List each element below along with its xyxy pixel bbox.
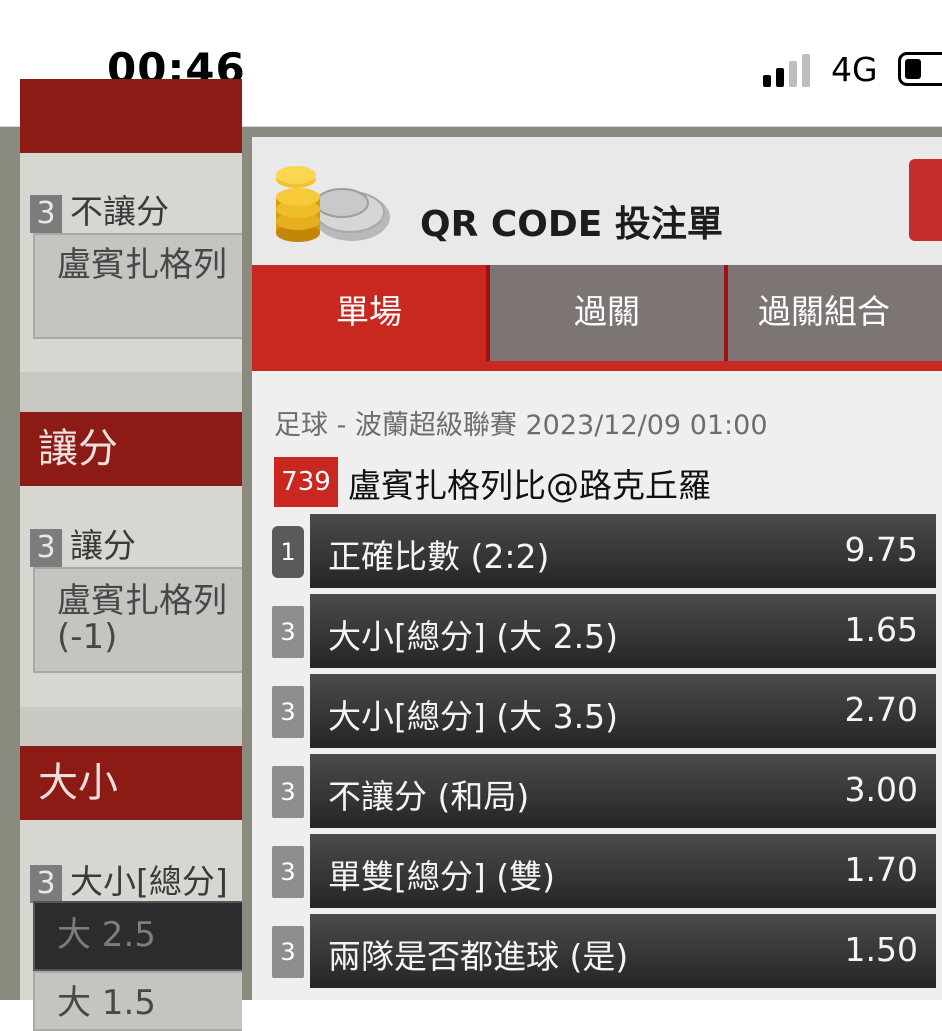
bet-index: 3 xyxy=(272,606,304,658)
tab-parlay-combo[interactable]: 過關組合 xyxy=(728,265,942,363)
bet-line[interactable]: 1 正確比數 (2:2) 9.75 xyxy=(272,514,942,590)
bet-odds: 9.75 xyxy=(844,530,918,569)
bet-line[interactable]: 3 大小[總分] (大 2.5) 1.65 xyxy=(272,594,942,670)
battery-icon xyxy=(898,52,942,86)
bet-label: 不讓分 (和局) xyxy=(328,777,530,816)
bet-bar[interactable]: 兩隊是否都進球 (是) 1.50 xyxy=(310,914,936,988)
bet-option[interactable]: 盧賓扎格列 xyxy=(33,233,242,339)
bet-bar[interactable]: 不讓分 (和局) 3.00 xyxy=(310,754,936,828)
bet-index: 1 xyxy=(272,526,304,578)
bet-option[interactable]: 盧賓扎格列 (-1) xyxy=(33,567,242,673)
match-name: 盧賓扎格列比@路克丘羅 xyxy=(348,466,711,505)
option-label: 盧賓扎格列 xyxy=(57,245,227,285)
bet-bar[interactable]: 正確比數 (2:2) 9.75 xyxy=(310,514,936,588)
market-label: 3 大小[總分] xyxy=(30,855,228,903)
bet-label: 大小[總分] (大 3.5) xyxy=(328,697,618,736)
bet-line[interactable]: 3 不讓分 (和局) 3.00 xyxy=(272,754,942,830)
tab-underline xyxy=(252,361,942,371)
section-header xyxy=(20,79,242,153)
tab-single[interactable]: 單場 xyxy=(252,265,486,363)
bet-label: 正確比數 (2:2) xyxy=(328,537,550,576)
market-label: 3 不讓分 xyxy=(30,185,169,233)
market-num: 3 xyxy=(30,864,62,903)
tab-parlay[interactable]: 過關 xyxy=(490,265,724,363)
bet-bar[interactable]: 單雙[總分] (雙) 1.70 xyxy=(310,834,936,908)
match-number: 739 xyxy=(274,457,338,507)
bet-index: 3 xyxy=(272,926,304,978)
market-name: 讓分 xyxy=(70,526,136,565)
modal-header: QR CODE 投注單 xyxy=(252,137,942,265)
market-num: 3 xyxy=(30,528,62,567)
market-name: 不讓分 xyxy=(70,192,169,231)
option-label: 大 2.5 xyxy=(57,915,156,955)
close-button[interactable] xyxy=(909,159,942,241)
qr-betslip-modal: QR CODE 投注單 單場 過關 過關組合 足球 - 波蘭超級聯賽 2023/… xyxy=(252,137,942,1000)
bet-index: 3 xyxy=(272,846,304,898)
bet-line[interactable]: 3 大小[總分] (大 3.5) 2.70 xyxy=(272,674,942,750)
bet-odds: 1.65 xyxy=(844,610,918,649)
option-handicap: (-1) xyxy=(57,617,118,657)
bet-option[interactable]: 大 1.5 xyxy=(33,971,242,1031)
section-header: 大小 xyxy=(20,746,242,820)
bet-line[interactable]: 3 單雙[總分] (雙) 1.70 xyxy=(272,834,942,910)
bet-odds: 1.70 xyxy=(844,850,918,889)
bet-option-selected[interactable]: 大 2.5 xyxy=(33,901,242,971)
signal-icon xyxy=(763,53,815,87)
bet-label: 單雙[總分] (雙) xyxy=(328,857,555,896)
option-label: 大 1.5 xyxy=(57,983,156,1023)
bet-odds: 1.50 xyxy=(844,930,918,969)
match-meta: 足球 - 波蘭超級聯賽 2023/12/09 01:00 xyxy=(274,410,768,441)
betslip-tabs: 單場 過關 過關組合 xyxy=(252,265,942,363)
bet-label: 兩隊是否都進球 (是) xyxy=(328,937,629,976)
bet-line[interactable]: 3 兩隊是否都進球 (是) 1.50 xyxy=(272,914,942,990)
market-name: 大小[總分] xyxy=(70,862,228,901)
section-header: 讓分 xyxy=(20,412,242,486)
bet-odds: 3.00 xyxy=(844,770,918,809)
coins-icon xyxy=(276,166,390,242)
market-label: 3 讓分 xyxy=(30,519,136,567)
network-type: 4G xyxy=(831,50,878,89)
modal-title: QR CODE 投注單 xyxy=(420,204,723,245)
bet-bar[interactable]: 大小[總分] (大 3.5) 2.70 xyxy=(310,674,936,748)
bet-label: 大小[總分] (大 2.5) xyxy=(328,617,618,656)
bet-odds: 2.70 xyxy=(844,690,918,729)
bet-index: 3 xyxy=(272,766,304,818)
option-label: 盧賓扎格列 xyxy=(57,581,227,621)
bet-bar[interactable]: 大小[總分] (大 2.5) 1.65 xyxy=(310,594,936,668)
bet-index: 3 xyxy=(272,686,304,738)
market-num: 3 xyxy=(30,194,62,233)
